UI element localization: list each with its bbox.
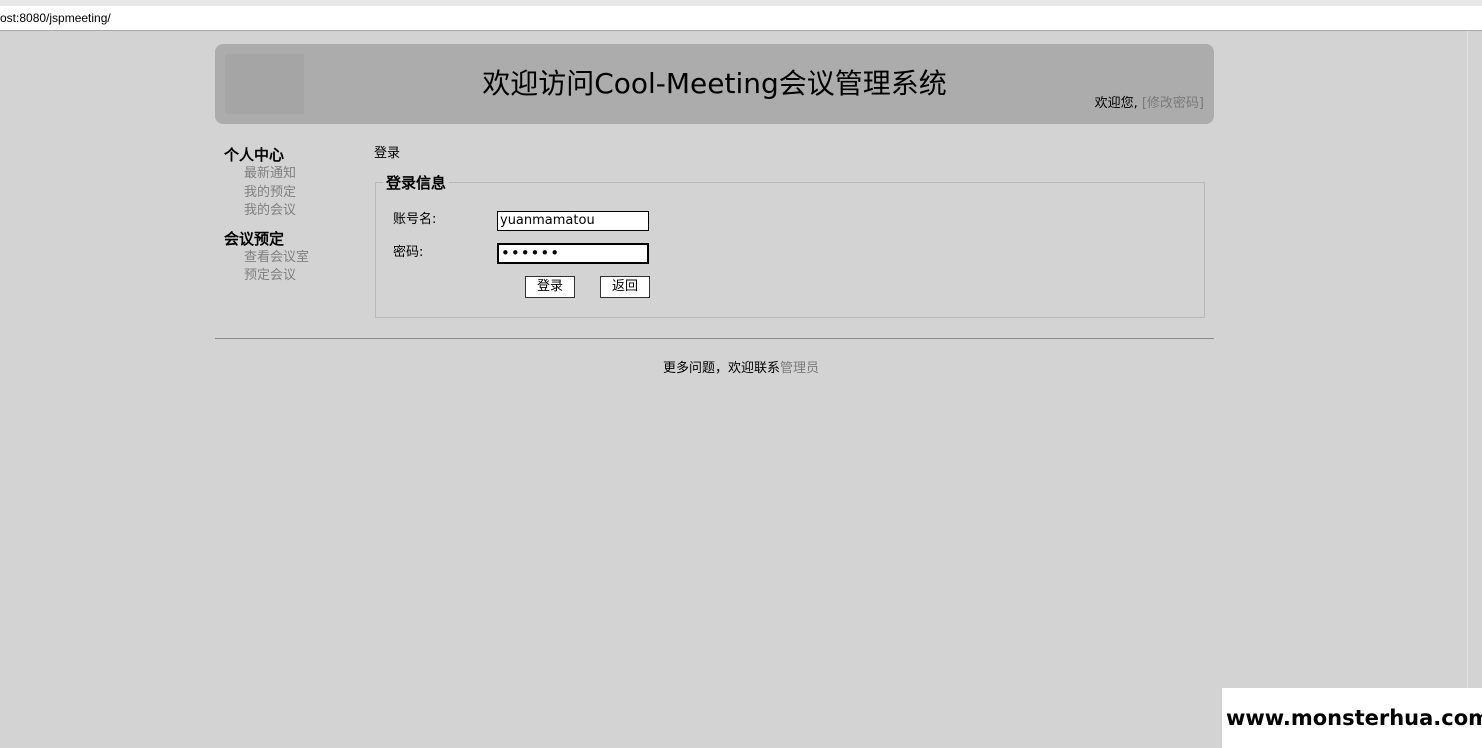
site-title: 欢迎访问Cool-Meeting会议管理系统: [482, 67, 947, 100]
login-button[interactable]: 登录: [525, 276, 575, 298]
breadcrumb: 登录: [374, 146, 401, 161]
change-password-link[interactable]: [修改密码]: [1142, 96, 1204, 111]
sidebar-group-booking: 会议预定 查看会议室 预定会议: [224, 229, 364, 286]
sidebar-group-title: 会议预定: [224, 229, 285, 248]
address-url[interactable]: ost:8080/jspmeeting/: [0, 11, 111, 25]
contact-admin-link[interactable]: 管理员: [780, 361, 819, 376]
watermark-text: www.monsterhua.com: [1226, 706, 1482, 730]
browser-address-bar[interactable]: ost:8080/jspmeeting/: [0, 6, 1482, 31]
footer: 更多问题，欢迎联系管理员: [0, 360, 1482, 378]
login-form: 登录信息 账号名: yuanmamatou 密码: •••••• 登录 返回: [375, 173, 1205, 318]
form-legend: 登录信息: [383, 173, 450, 193]
back-button[interactable]: 返回: [600, 276, 650, 298]
footer-divider: [215, 338, 1214, 339]
sidebar-item-my-reservations[interactable]: 我的预定: [244, 184, 364, 203]
welcome-text: 欢迎您,: [1094, 96, 1138, 111]
page-header: 欢迎访问Cool-Meeting会议管理系统 欢迎您, [修改密码]: [215, 44, 1214, 124]
sidebar-nav: 个人中心 最新通知 我的预定 我的会议 会议预定 查看会议室 预定会议: [224, 145, 364, 294]
sidebar-group-title: 个人中心: [224, 146, 285, 164]
username-input[interactable]: yuanmamatou: [497, 211, 649, 231]
password-input[interactable]: ••••••: [497, 243, 649, 264]
username-label: 账号名:: [393, 212, 437, 227]
sidebar-item-latest-notice[interactable]: 最新通知: [244, 165, 364, 184]
footer-text: 更多问题，欢迎联系: [662, 361, 780, 376]
sidebar-item-view-rooms[interactable]: 查看会议室: [244, 249, 364, 268]
sidebar-item-book-meeting[interactable]: 预定会议: [244, 267, 364, 286]
sidebar-group-personal: 个人中心 最新通知 我的预定 我的会议: [224, 145, 364, 221]
welcome-area: 欢迎您, [修改密码]: [1095, 95, 1204, 112]
sidebar-item-my-meetings[interactable]: 我的会议: [244, 202, 364, 221]
watermark: www.monsterhua.com: [1222, 688, 1482, 748]
password-label: 密码:: [393, 245, 424, 260]
